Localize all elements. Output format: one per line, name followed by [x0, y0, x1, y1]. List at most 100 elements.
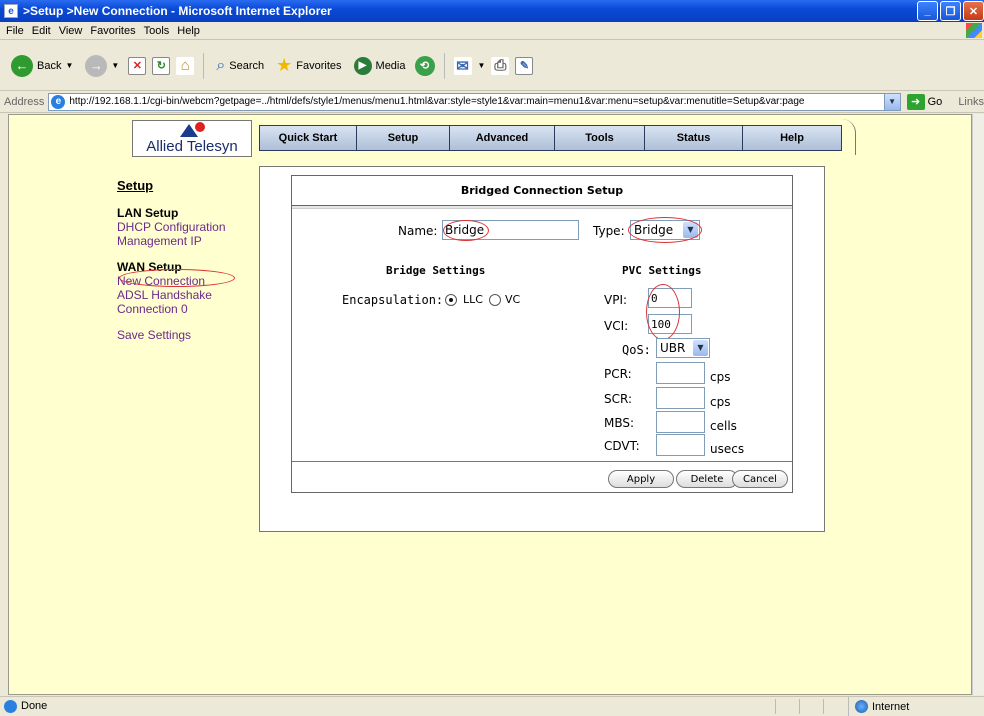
- maximize-button[interactable]: ❐: [940, 1, 961, 21]
- menu-tools[interactable]: Tools: [144, 25, 170, 37]
- address-url: http://192.168.1.1/cgi-bin/webcm?getpage…: [69, 96, 805, 107]
- delete-button[interactable]: Delete: [676, 470, 738, 488]
- qos-select[interactable]: UBR ▼: [656, 338, 710, 358]
- sidebar-item-save-settings[interactable]: Save Settings: [117, 328, 257, 342]
- mail-icon[interactable]: ✉: [453, 56, 472, 75]
- address-input[interactable]: e http://192.168.1.1/cgi-bin/webcm?getpa…: [48, 92, 901, 111]
- chevron-down-icon: ▼: [683, 222, 698, 238]
- vci-label: VCI:: [604, 319, 629, 333]
- back-arrow-icon: ←: [11, 54, 33, 77]
- scr-unit: cps: [710, 395, 731, 409]
- nav-status[interactable]: Status: [644, 125, 742, 151]
- apply-button[interactable]: Apply: [608, 470, 674, 488]
- vci-value: 100: [651, 317, 671, 331]
- menu-view[interactable]: View: [59, 25, 83, 37]
- sidebar-lan-header: LAN Setup: [117, 206, 179, 220]
- forward-dropdown-icon[interactable]: ▼: [111, 61, 119, 70]
- type-label: Type:: [593, 224, 625, 238]
- edit-icon[interactable]: ✎: [515, 56, 534, 75]
- mbs-unit: cells: [710, 419, 737, 433]
- mbs-label: MBS:: [604, 416, 635, 430]
- encap-vc-radio[interactable]: [489, 294, 501, 306]
- bridged-connection-panel: Bridged Connection Setup Name: Bridge Ty…: [291, 175, 793, 493]
- address-dropdown-icon[interactable]: ▼: [883, 93, 900, 110]
- stop-icon[interactable]: ✕: [128, 56, 147, 75]
- zone-label: Internet: [872, 700, 910, 713]
- nav-quick-start[interactable]: Quick Start: [259, 125, 356, 151]
- name-value: Bridge: [445, 223, 485, 237]
- pvc-settings-header: PVC Settings: [622, 264, 702, 277]
- bridge-settings-header: Bridge Settings: [386, 264, 486, 277]
- sidebar-item-connection-0[interactable]: Connection 0: [117, 302, 257, 316]
- status-cells: [775, 699, 847, 714]
- encap-llc-radio[interactable]: [445, 294, 457, 306]
- encap-vc-label: VC: [505, 293, 521, 306]
- name-input[interactable]: Bridge: [442, 220, 579, 240]
- forward-button[interactable]: → ▼: [82, 52, 122, 80]
- favorites-button[interactable]: ★ Favorites: [273, 52, 344, 80]
- chevron-down-icon: ▼: [693, 340, 708, 356]
- panel-title: Bridged Connection Setup: [460, 183, 624, 197]
- scr-label: SCR:: [604, 392, 633, 406]
- forward-arrow-icon: →: [85, 54, 108, 77]
- home-icon[interactable]: ⌂: [176, 56, 195, 75]
- menu-edit[interactable]: Edit: [32, 25, 51, 37]
- panel-footer-divider: [292, 461, 792, 462]
- cancel-button[interactable]: Cancel: [732, 470, 788, 488]
- back-label: Back: [37, 59, 62, 72]
- window-titlebar: e >Setup >New Connection - Microsoft Int…: [0, 0, 984, 22]
- nav-setup[interactable]: Setup: [356, 125, 449, 151]
- sidebar-title[interactable]: Setup: [117, 178, 257, 193]
- type-select[interactable]: Bridge ▼: [630, 220, 700, 240]
- panel-divider: [292, 205, 792, 209]
- sidebar-item-management-ip[interactable]: Management IP: [117, 234, 257, 248]
- media-icon: ▶: [353, 56, 372, 75]
- cdvt-label: CDVT:: [604, 439, 640, 453]
- cdvt-input[interactable]: [656, 434, 705, 456]
- pcr-unit: cps: [710, 370, 731, 384]
- internet-globe-icon: [855, 700, 868, 713]
- mail-dropdown-icon[interactable]: ▼: [478, 61, 486, 70]
- print-icon[interactable]: ⎙: [491, 56, 510, 75]
- menu-help[interactable]: Help: [177, 25, 200, 37]
- back-dropdown-icon[interactable]: ▼: [65, 61, 73, 70]
- sidebar-item-adsl-handshake[interactable]: ADSL Handshake: [117, 288, 257, 302]
- logo-text: Allied Telesyn: [146, 138, 238, 155]
- go-button[interactable]: ➜ Go: [906, 93, 942, 110]
- vpi-input[interactable]: 0: [648, 288, 692, 308]
- sidebar-item-dhcp-configuration[interactable]: DHCP Configuration: [117, 220, 257, 234]
- links-button[interactable]: Links: [958, 96, 984, 108]
- mbs-input[interactable]: [656, 411, 705, 433]
- media-button[interactable]: ▶ Media: [351, 52, 409, 80]
- sidebar-item-new-connection[interactable]: New Connection: [117, 274, 257, 288]
- vertical-scrollbar[interactable]: [972, 114, 984, 695]
- refresh-icon[interactable]: ↻: [152, 56, 171, 75]
- history-icon[interactable]: ⟲: [414, 55, 435, 76]
- search-button[interactable]: ⌕ Search: [213, 52, 267, 80]
- allied-telesyn-logo: Allied Telesyn: [132, 120, 252, 157]
- toolbar-separator: [203, 52, 205, 79]
- page-icon: e: [51, 94, 66, 109]
- address-bar: Address e http://192.168.1.1/cgi-bin/web…: [0, 91, 984, 113]
- nav-help[interactable]: Help: [742, 125, 842, 151]
- menu-favorites[interactable]: Favorites: [90, 25, 135, 37]
- back-button[interactable]: ← Back ▼: [8, 52, 76, 80]
- encapsulation-label: Encapsulation:: [342, 293, 444, 307]
- pcr-input[interactable]: [656, 362, 705, 384]
- favorites-label: Favorites: [296, 59, 342, 72]
- menu-file[interactable]: File: [6, 25, 24, 37]
- name-label: Name:: [398, 224, 438, 238]
- nav-advanced[interactable]: Advanced: [449, 125, 554, 151]
- vci-input[interactable]: 100: [648, 314, 692, 334]
- address-label: Address: [4, 95, 45, 108]
- scr-input[interactable]: [656, 387, 705, 409]
- status-text: Done: [21, 700, 48, 712]
- status-bar: Done Internet: [0, 696, 984, 716]
- minimize-button[interactable]: _: [917, 1, 938, 21]
- sidebar: Setup LAN Setup DHCP Configuration Manag…: [117, 178, 257, 342]
- close-button[interactable]: ✕: [963, 1, 984, 21]
- qos-label: QoS:: [622, 343, 651, 357]
- nav-tools[interactable]: Tools: [554, 125, 644, 151]
- page-status-icon: [4, 699, 17, 713]
- nav-decoration: [842, 119, 856, 155]
